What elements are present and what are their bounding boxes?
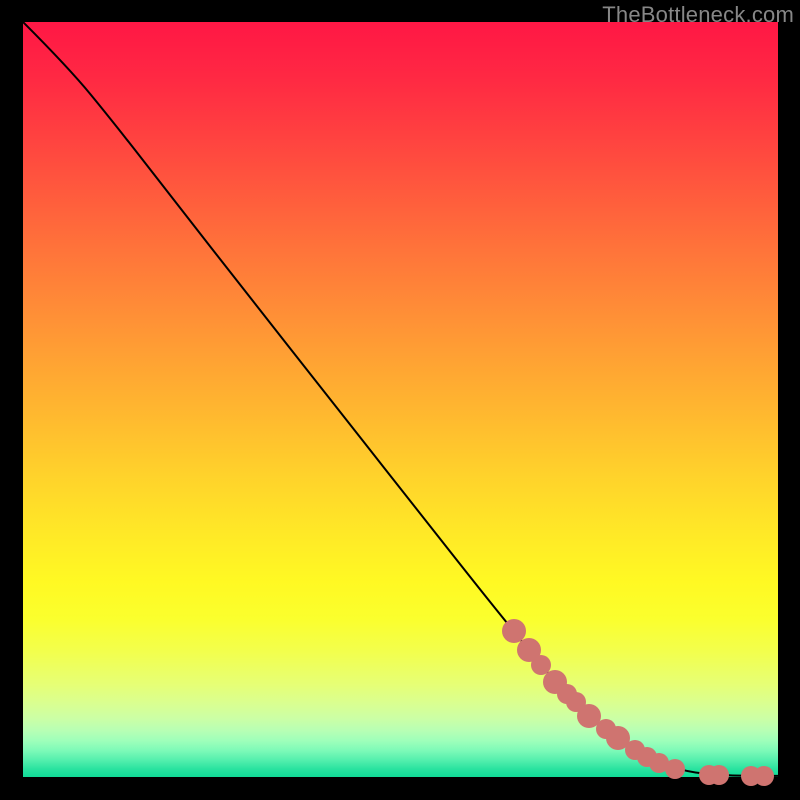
data-marker (709, 765, 729, 785)
data-marker (665, 759, 685, 779)
gradient-layer (23, 22, 778, 777)
chart-stage: TheBottleneck.com (0, 0, 800, 800)
gradient-rect (23, 22, 778, 777)
watermark-text: TheBottleneck.com (602, 2, 794, 28)
data-marker (754, 766, 774, 786)
plot-area (23, 22, 778, 777)
